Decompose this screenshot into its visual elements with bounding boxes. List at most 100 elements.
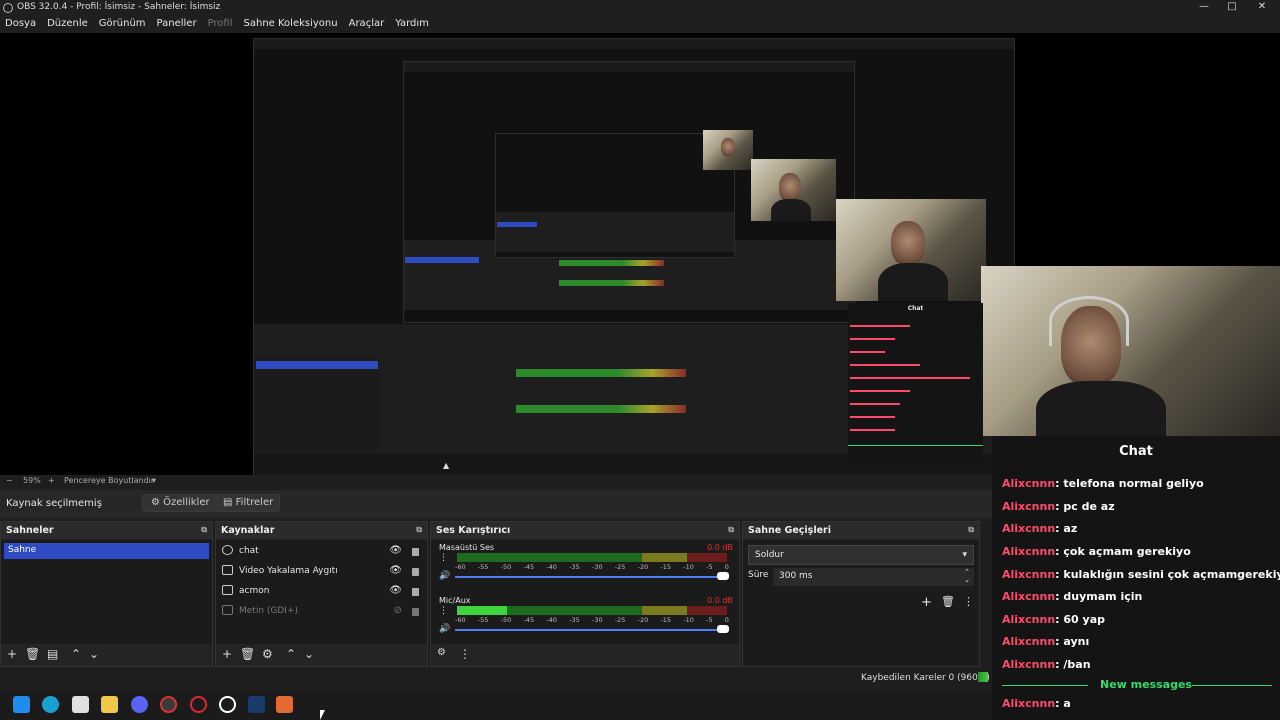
mouse-cursor-icon	[320, 710, 325, 720]
chat-username: Alixcnnn	[1002, 613, 1056, 626]
chat-message: Alixcnnn: /ban	[1002, 658, 1091, 671]
zoom-plus-button[interactable]: +	[48, 476, 55, 485]
lock-icon[interactable]	[412, 608, 419, 616]
eye-hidden-icon[interactable]: ⊘	[394, 605, 402, 616]
zoom-minus-button[interactable]: −	[6, 476, 13, 485]
chat-text: kulaklığın sesini çok açmamgerekiyo	[1063, 568, 1280, 581]
filter-icon[interactable]: ▤	[47, 647, 58, 661]
arrow-up-icon[interactable]: ⌃	[71, 647, 81, 661]
resize-to-window-button[interactable]: Pencereye Boyutlandır	[64, 476, 154, 485]
kebab-menu-icon[interactable]: ⋮	[439, 553, 448, 563]
kebab-menu-icon[interactable]: ⋮	[459, 647, 471, 661]
file-explorer-icon[interactable]	[101, 696, 118, 713]
source-item[interactable]: chat 👁	[222, 543, 419, 561]
arrow-down-icon[interactable]: ⌄	[89, 647, 99, 661]
trash-icon[interactable]: 🗑	[240, 647, 255, 661]
trash-icon[interactable]: 🗑	[941, 595, 955, 608]
arrow-down-icon[interactable]: ⌄	[304, 647, 314, 661]
obs-icon[interactable]	[219, 696, 236, 713]
eye-icon[interactable]: 👁	[389, 545, 402, 556]
speaker-icon[interactable]: 🔊	[439, 624, 450, 634]
menu-view[interactable]: Görünüm	[94, 16, 152, 33]
zoom-level[interactable]: 59%	[23, 476, 41, 485]
browser-source-icon	[222, 545, 233, 555]
maximize-button[interactable]: □	[1218, 1, 1246, 12]
chat-message: Alixcnnn: a	[1002, 697, 1071, 710]
mixer-channel: Masaüstü Ses 0.0 dB ⋮ -60 -55 -50 -45 -40 -35…	[437, 543, 733, 593]
nested-meter	[559, 280, 664, 286]
store-icon[interactable]	[72, 696, 89, 713]
undock-icon[interactable]: ⧉	[416, 525, 422, 535]
properties-button[interactable]: ⚙ Özellikler	[142, 494, 217, 512]
eye-icon[interactable]: 👁	[389, 585, 402, 596]
spinner-icon[interactable]: ⌃ ⌄	[964, 568, 970, 584]
undock-icon[interactable]: ⧉	[201, 525, 207, 535]
chat-message: Alixcnnn: çok açmam gerekiyo	[1002, 545, 1191, 558]
nested-window-capture	[495, 133, 735, 258]
chat-text: telefona normal geliyo	[1063, 477, 1204, 490]
volume-slider[interactable]	[455, 576, 723, 578]
source-item[interactable]: Video Yakalama Aygıtı 👁	[222, 563, 419, 581]
volume-slider-handle[interactable]	[717, 572, 729, 580]
add-icon[interactable]: +	[222, 647, 232, 661]
arrow-up-icon[interactable]: ⌃	[286, 647, 296, 661]
eye-icon[interactable]: 👁	[389, 565, 402, 576]
volume-slider[interactable]	[455, 629, 723, 631]
minimize-button[interactable]: —	[1190, 1, 1218, 12]
scenes-title: Sahneler	[6, 525, 54, 536]
chat-text: duymam için	[1063, 590, 1143, 603]
kebab-menu-icon[interactable]: ⋮	[963, 595, 974, 608]
source-name: Metin (GDI+)	[239, 606, 299, 616]
lock-icon[interactable]	[412, 588, 419, 596]
menu-scene-collection[interactable]: Sahne Koleksiyonu	[239, 16, 344, 33]
volume-meter	[457, 606, 727, 615]
sources-title: Kaynaklar	[221, 525, 275, 536]
transition-select[interactable]: Soldur ▾	[748, 545, 974, 565]
chat-message: Alixcnnn: kulaklığın sesini çok açmamger…	[1002, 568, 1280, 581]
source-item[interactable]: acmon 👁	[222, 583, 419, 601]
menu-tools[interactable]: Araçlar	[344, 16, 391, 33]
trash-icon[interactable]: 🗑	[25, 647, 40, 661]
gear-icon: ⚙	[151, 497, 160, 508]
chevron-down-icon[interactable]: ▾	[152, 476, 156, 485]
gear-icon[interactable]: ⚙	[262, 647, 273, 661]
undock-icon[interactable]: ⧉	[968, 525, 974, 535]
nested-title-bar	[254, 39, 1014, 49]
scene-item[interactable]: Sahne	[4, 543, 209, 559]
preview-canvas[interactable]: Chat ▲	[0, 33, 1280, 475]
close-button[interactable]: ✕	[1248, 1, 1276, 12]
windows-start-icon[interactable]	[13, 696, 30, 713]
edge-icon[interactable]	[42, 696, 59, 713]
kebab-menu-icon[interactable]: ⋮	[439, 606, 448, 616]
undock-icon[interactable]: ⧉	[728, 525, 734, 535]
new-messages-divider: New messages	[992, 678, 1280, 692]
menu-docks[interactable]: Paneller	[152, 16, 203, 33]
lock-icon[interactable]	[412, 548, 419, 556]
mixer-settings-icon[interactable]: ⚙	[437, 647, 446, 658]
add-icon[interactable]: +	[7, 647, 17, 661]
duration-input[interactable]: 300 ms ⌃ ⌄	[773, 568, 974, 586]
source-name: Video Yakalama Aygıtı	[239, 566, 338, 576]
add-icon[interactable]: +	[921, 595, 932, 610]
nested-scene-item	[256, 361, 378, 369]
active-app-icon[interactable]	[276, 696, 293, 713]
screen-recorder-icon[interactable]	[160, 696, 177, 713]
channel-db: 0.0 dB	[707, 596, 733, 605]
camera-icon	[222, 565, 233, 575]
menu-edit[interactable]: Düzenle	[42, 16, 94, 33]
dock-header: Sahneler ⧉	[1, 522, 212, 539]
speaker-icon[interactable]: 🔊	[439, 571, 450, 581]
menu-help[interactable]: Yardım	[390, 16, 435, 33]
opera-icon[interactable]	[190, 696, 207, 713]
dock-header: Sahne Geçişleri ⧉	[743, 522, 979, 539]
volume-slider-handle[interactable]	[717, 625, 729, 633]
source-item[interactable]: Metin (GDI+) ⊘	[222, 603, 419, 621]
lock-icon[interactable]	[412, 568, 419, 576]
chat-text: /ban	[1063, 658, 1091, 671]
discord-icon[interactable]	[131, 696, 148, 713]
steam-icon[interactable]	[248, 696, 265, 713]
filter-icon: ▤	[223, 497, 233, 508]
menu-profile[interactable]: Profil	[203, 16, 239, 33]
filters-button[interactable]: ▤ Filtreler	[214, 494, 281, 512]
menu-file[interactable]: Dosya	[0, 16, 42, 33]
